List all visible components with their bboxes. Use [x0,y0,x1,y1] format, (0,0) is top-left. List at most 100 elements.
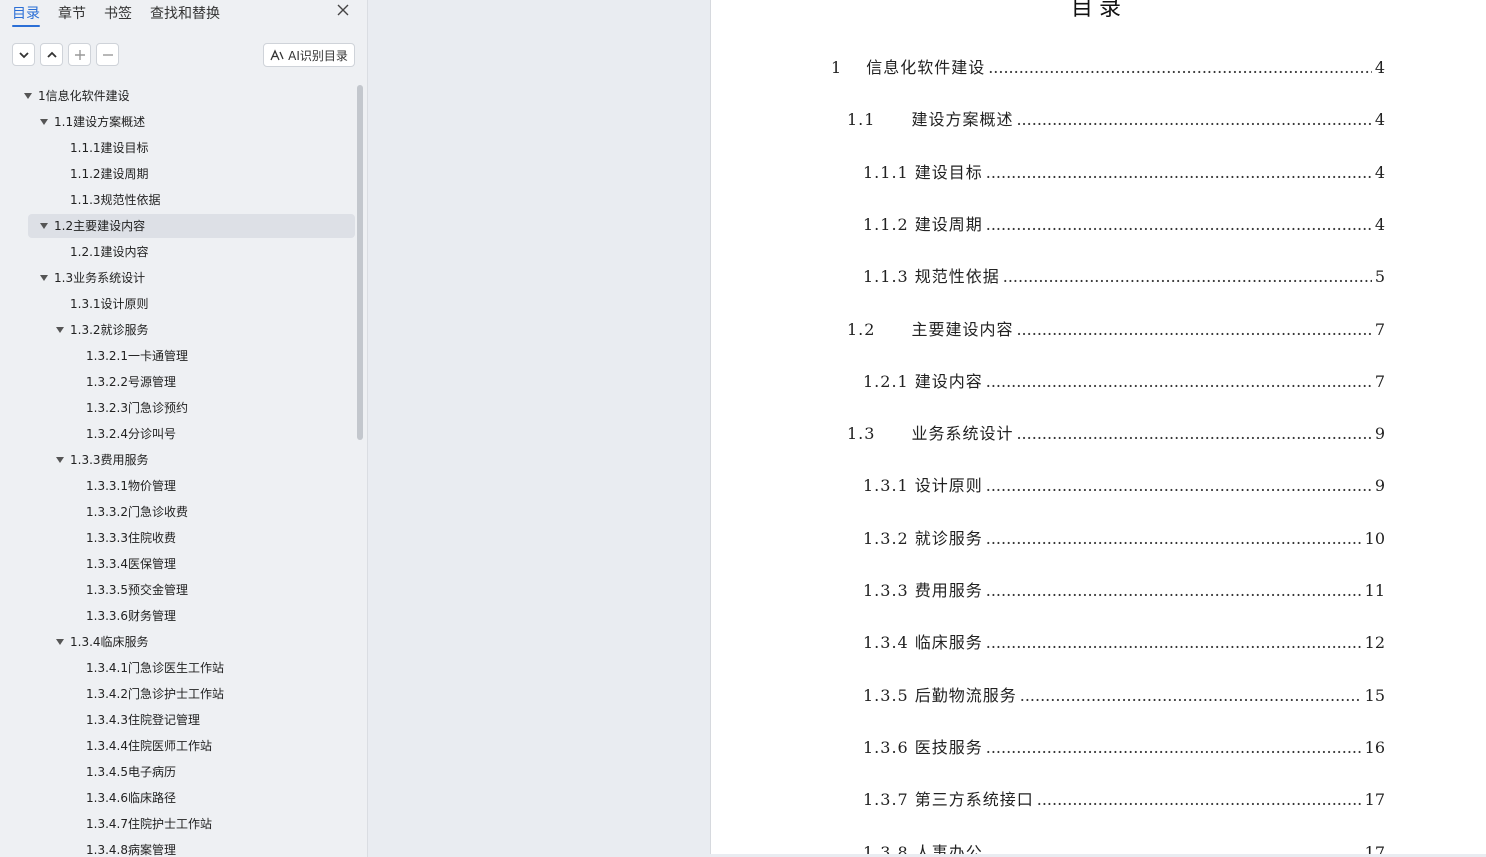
outline-tree-item[interactable]: 1.3.4临床服务 [0,630,350,654]
outline-tree-item-label: 1.1.2建设周期 [70,167,149,181]
toc-entry-page: 15 [1364,685,1385,705]
toc-entry[interactable]: 1.3.5后勤物流服务 15 [863,682,1385,706]
outline-tree-item[interactable]: 1.3.2就诊服务 [0,318,350,342]
outline-tree-item[interactable]: 1.3.4.3住院登记管理 [0,708,350,732]
toc-entry-title: 信息化软件建设 [866,58,986,77]
outline-tree-item[interactable]: 1.3.3.3住院收费 [0,526,350,550]
tab-find-replace[interactable]: 查找和替换 [150,3,220,23]
toc-leader-dots [986,529,1362,548]
document-page: 目录 1信息化软件建设4 1.1建设方案概述4 1.1.1建设目标4 1.1.2建设周… [710,0,1486,854]
toc-entry[interactable]: 1.3.6医技服务 16 [863,734,1385,758]
toc-entry-page: 17 [1364,790,1385,810]
outline-tree-item[interactable]: 1.3.2.1一卡通管理 [0,344,350,368]
outline-tree-item-label: 1.3.1设计原则 [70,297,149,311]
outline-tree-item[interactable]: 1.3.3.5预交金管理 [0,578,350,602]
caret-down-icon[interactable] [40,222,48,229]
toc-leader-dots [986,163,1372,182]
outline-tree-item[interactable]: 1.3.4.6临床路径 [0,786,350,810]
toc-entry-number: 1.1.1 [863,162,909,182]
toc-entry-page: 11 [1364,581,1385,600]
toc-entry[interactable]: 1.3.7第三方系统接口 17 [863,786,1385,810]
outline-tree-item-label: 1.3.4.1门急诊医生工作站 [86,661,224,675]
close-icon[interactable] [333,3,353,23]
toc-leader-dots [1020,686,1362,705]
toc-entry[interactable]: 1.3.8 人事办公 17 [863,839,1385,855]
outline-tree-item-label: 1.3.2.1一卡通管理 [86,349,188,363]
outline-tree-item-label: 1.3.4.7住院护士工作站 [86,817,212,831]
document-area: 目录 1信息化软件建设4 1.1建设方案概述4 1.1.1建设目标4 1.1.2建设周… [368,0,1486,857]
outline-tree-item[interactable]: 1.1.1建设目标 [0,136,350,160]
toc-leader-dots [986,215,1372,234]
caret-down-icon[interactable] [56,326,64,333]
toc-entry-page: 9 [1374,476,1385,496]
toc-entry[interactable]: 1.3.1设计原则 9 [863,472,1385,496]
outline-tree-item-label: 1.1建设方案概述 [54,115,146,129]
outline-tree-item[interactable]: 1.1建设方案概述 [0,110,350,134]
outline-tree-item-label: 1.3.4.3住院登记管理 [86,713,200,727]
outline-tree-item[interactable]: 1.3业务系统设计 [0,266,350,290]
caret-down-icon[interactable] [56,456,64,463]
toc-entry[interactable]: 1.3.3 费用服务 11 [863,577,1385,601]
ai-recognize-toc-button[interactable]: AI识别目录 [263,43,355,67]
toc-entry-number: 1.1.3 [863,267,909,287]
outline-tree-item[interactable]: 1.3.3.1物价管理 [0,474,350,498]
caret-down-icon[interactable] [24,92,32,99]
toc-entry-page: 9 [1374,424,1385,444]
outline-tree-item[interactable]: 1.3.4.2门急诊护士工作站 [0,682,350,706]
minus-icon [102,53,113,56]
toc-entry[interactable]: 1.1.3规范性依据 5 [863,263,1385,287]
sidebar-scrollbar[interactable] [357,85,363,440]
toc-entry-title: 第三方系统接口 [914,790,1034,810]
outline-tree-item[interactable]: 1.3.1设计原则 [0,292,350,316]
outline-tree-item[interactable]: 1.3.2.3门急诊预约 [0,396,350,420]
collapse-all-button[interactable] [40,43,63,66]
tab-chapters[interactable]: 章节 [58,3,86,23]
tab-toc[interactable]: 目录 [12,3,40,27]
toc-entry[interactable]: 1.3.4临床服务 12 [863,629,1385,653]
outline-tree-item[interactable]: 1.3.4.1门急诊医生工作站 [0,656,350,680]
toc-entry[interactable]: 1.1.1建设目标 4 [863,159,1385,183]
outline-tree-item[interactable]: 1.1.2建设周期 [0,162,350,186]
outline-tree-item[interactable]: 1.3.3费用服务 [0,448,350,472]
toc-entry-page: 7 [1374,371,1385,391]
toc-entry[interactable]: 1.1.2建设周期 4 [863,211,1385,235]
outline-tree-item-label: 1.2主要建设内容 [54,219,146,233]
toc-entry-number: 1.3.1 [863,476,909,496]
toc-leader-dots [1016,424,1371,443]
outline-tree-item-label: 1.3业务系统设计 [54,271,146,285]
toc-entry[interactable]: 1.3.2就诊服务 10 [863,525,1385,549]
outline-tree-item[interactable]: 1.3.3.6财务管理 [0,604,350,628]
outline-tree-item[interactable]: 1.3.4.4住院医师工作站 [0,734,350,758]
outline-tree-item[interactable]: 1.3.4.7住院护士工作站 [0,812,350,836]
outline-tree-item[interactable]: 1.1.3规范性依据 [0,188,350,212]
expand-all-button[interactable] [12,43,35,66]
outline-tree-item[interactable]: 1.2.1建设内容 [0,240,350,264]
toc-entry[interactable]: 1.3 业务系统设计 9 [847,420,1385,444]
caret-down-icon[interactable] [40,118,48,125]
page-title: 目录 [1070,0,1127,21]
toc-entry[interactable]: 1.1 建设方案概述 4 [847,106,1385,130]
toc-entry-title: 建设内容 [914,371,983,391]
outline-tree-item-label: 1.3.3.5预交金管理 [86,583,188,597]
tab-bookmarks[interactable]: 书签 [104,3,132,23]
outline-tree-item[interactable]: 1.3.4.5电子病历 [0,760,350,784]
toc-entry[interactable]: 1.2 主要建设内容 7 [847,316,1385,340]
toc-leader-dots [1037,790,1362,809]
caret-down-icon[interactable] [56,638,64,645]
outline-tree-item[interactable]: 1.2主要建设内容 [28,214,355,238]
caret-down-icon[interactable] [40,274,48,281]
chevron-down-icon [18,51,29,58]
toc-entry[interactable]: 1 信息化软件建设 4 [831,54,1385,78]
outline-tree-item[interactable]: 1.3.2.4分诊叫号 [0,422,350,446]
toc-entry[interactable]: 1.2.1建设内容 7 [863,368,1385,392]
outline-tree-item[interactable]: 1.3.3.2门急诊收费 [0,500,350,524]
outline-tree-item[interactable]: 1.3.3.4医保管理 [0,552,350,576]
toc-entry-title: 设计原则 [914,476,983,496]
add-entry-button[interactable] [68,43,91,66]
outline-tree-item[interactable]: 1.3.4.8病案管理 [0,838,350,857]
remove-entry-button[interactable] [96,43,119,66]
outline-tree-item[interactable]: 1.3.2.2号源管理 [0,370,350,394]
plus-icon [74,49,85,60]
outline-tree-item[interactable]: 1信息化软件建设 [0,84,350,108]
toc-entry-title: 临床服务 [914,633,983,653]
